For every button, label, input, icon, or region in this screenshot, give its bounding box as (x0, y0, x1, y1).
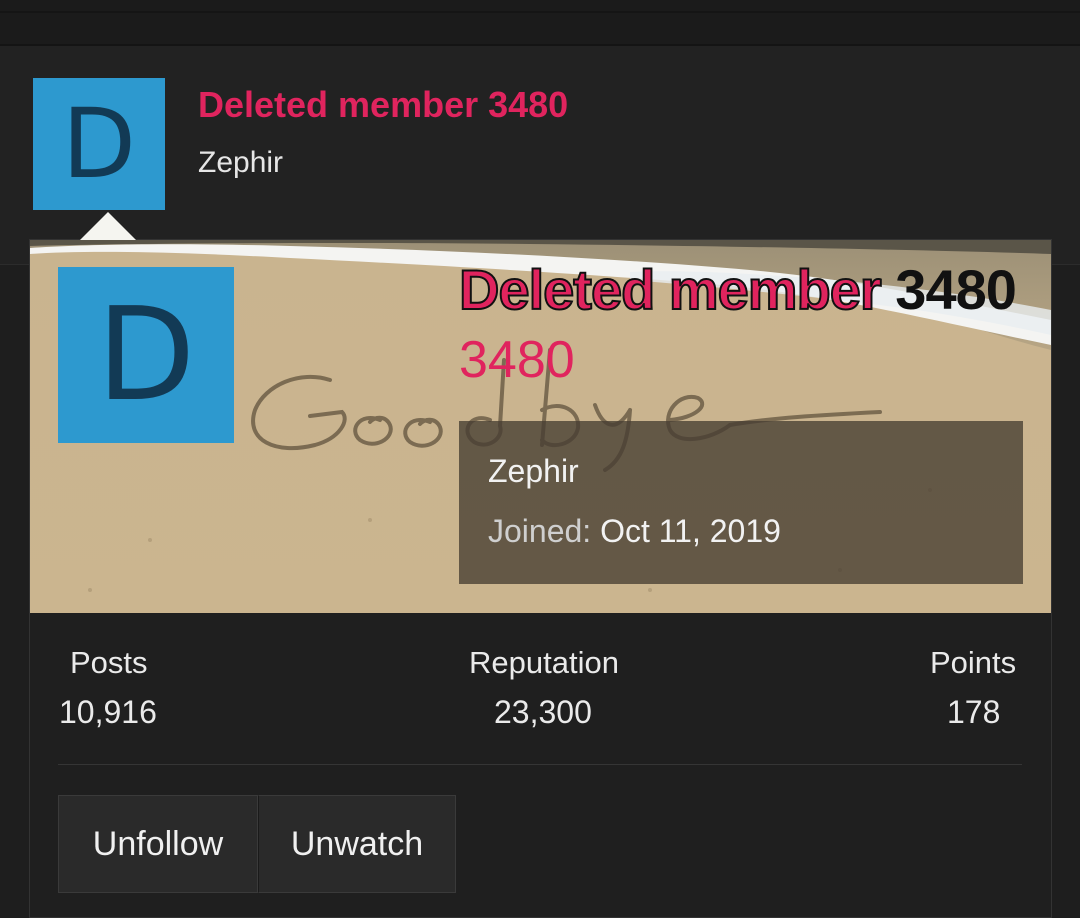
stat-points-value[interactable]: 178 (947, 694, 1000, 731)
unwatch-button[interactable]: Unwatch (258, 795, 456, 893)
top-bar (0, 0, 1080, 46)
user-avatar[interactable]: D (33, 78, 165, 210)
joined-date: Oct 11, 2019 (600, 513, 781, 549)
avatar-letter: D (62, 88, 136, 200)
stat-posts-value[interactable]: 10,916 (59, 694, 157, 731)
username-part-pink: Deleted member (458, 258, 883, 321)
member-card-avatar[interactable]: D (58, 267, 234, 443)
stat-posts-label[interactable]: Posts (70, 645, 148, 681)
avatar-letter: D (96, 280, 196, 430)
username-part-black: 3480 (895, 258, 1017, 321)
stat-points-label[interactable]: Points (930, 645, 1016, 681)
post-username-link[interactable]: Deleted member 3480 (198, 84, 568, 126)
member-card-username-wrapped: 3480 (459, 331, 575, 389)
member-card-user-title: Zephir (488, 453, 579, 489)
stat-reputation-value: 23,300 (494, 694, 592, 730)
stat-reputation-label: Reputation (469, 645, 619, 680)
member-card-username[interactable]: Deleted member 3480 (458, 258, 1017, 321)
stats-divider (58, 764, 1022, 765)
top-bar-divider (0, 11, 1080, 13)
tooltip-arrow (80, 212, 136, 240)
joined-label: Joined: (488, 513, 592, 549)
post-user-title: Zephir (198, 146, 284, 179)
member-joined-info: Joined: Oct 11, 2019 (488, 513, 781, 550)
member-info-box (459, 421, 1023, 584)
unfollow-button[interactable]: Unfollow (58, 795, 258, 893)
